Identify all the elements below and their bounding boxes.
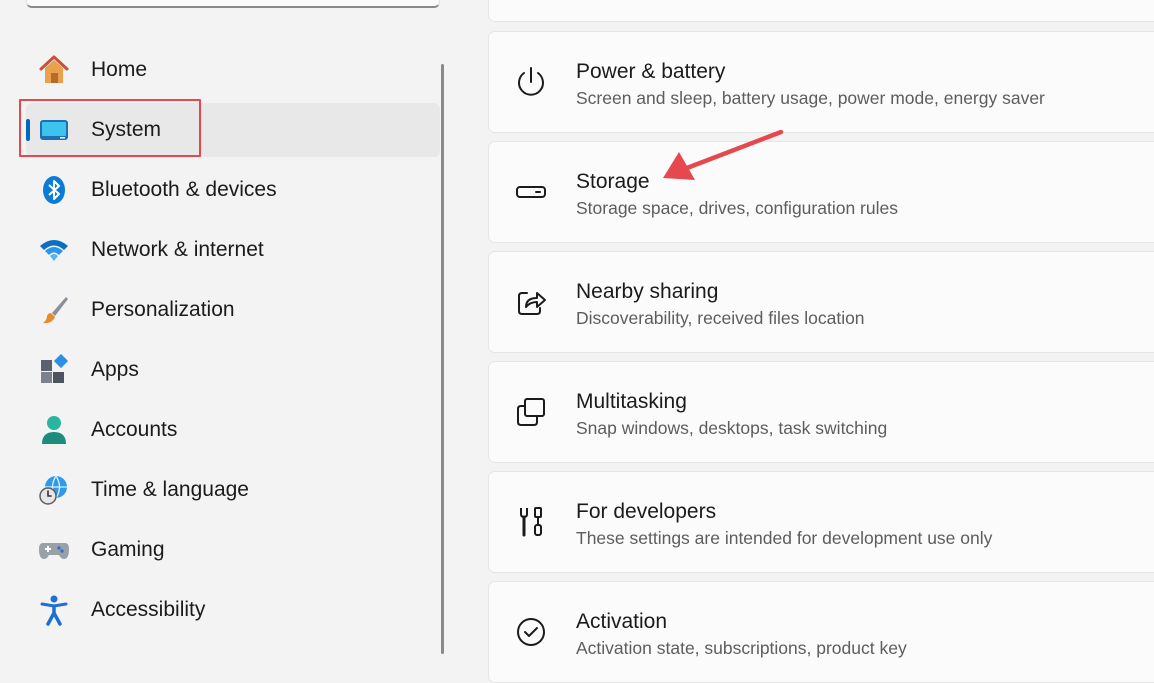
sidebar-item-time-language[interactable]: Time & language: [26, 463, 440, 517]
sidebar-item-label: Time & language: [91, 478, 249, 501]
checkmark-circle-icon: [513, 614, 549, 650]
developer-tools-icon: [513, 504, 549, 540]
accessibility-icon: [38, 594, 70, 626]
settings-card-power-battery[interactable]: Power & battery Screen and sleep, batter…: [488, 31, 1154, 133]
card-title: Activation: [576, 610, 668, 633]
storage-drive-icon: [513, 174, 549, 210]
share-icon: [513, 284, 549, 320]
sidebar-item-label: Accounts: [91, 418, 178, 441]
card-title: Nearby sharing: [576, 280, 719, 303]
card-title: For developers: [576, 500, 717, 523]
gamepad-icon: [38, 534, 70, 566]
card-description: Discoverability, received files location: [576, 308, 865, 328]
card-description: Screen and sleep, battery usage, power m…: [576, 88, 1045, 108]
sidebar-item-label: Home: [91, 58, 148, 81]
card-title: Multitasking: [576, 390, 687, 413]
sidebar-item-bluetooth[interactable]: Bluetooth & devices: [26, 163, 440, 217]
sidebar-item-label: Personalization: [91, 298, 235, 321]
card-title: Storage: [576, 170, 650, 193]
sidebar-item-label: Network & internet: [91, 238, 264, 261]
card-description: These settings are intended for developm…: [576, 528, 993, 548]
card-description: Storage space, drives, configuration rul…: [576, 198, 898, 218]
settings-card-activation[interactable]: Activation Activation state, subscriptio…: [488, 581, 1154, 683]
sidebar-scrollbar[interactable]: [441, 64, 444, 654]
sidebar-item-label: Gaming: [91, 538, 165, 561]
sidebar-item-accounts[interactable]: Accounts: [26, 403, 440, 457]
sidebar-nav: Home System Bluetooth & devices Network …: [0, 0, 444, 654]
sidebar-item-network[interactable]: Network & internet: [26, 223, 440, 277]
sidebar-item-home[interactable]: Home: [26, 43, 440, 97]
sidebar-item-label: Bluetooth & devices: [91, 178, 277, 201]
sidebar-item-gaming[interactable]: Gaming: [26, 523, 440, 577]
sidebar-item-label: Apps: [91, 358, 139, 381]
power-icon: [513, 64, 549, 100]
wifi-icon: [38, 234, 70, 266]
apps-icon: [38, 354, 70, 386]
sidebar-item-accessibility[interactable]: Accessibility: [26, 583, 440, 637]
card-description: Snap windows, desktops, task switching: [576, 418, 888, 438]
globe-clock-icon: [38, 474, 70, 506]
sidebar-item-label: Accessibility: [91, 598, 206, 621]
person-icon: [38, 414, 70, 446]
settings-card-for-developers[interactable]: For developers These settings are intend…: [488, 471, 1154, 573]
annotation-highlight-box: [19, 99, 201, 157]
home-icon: [38, 54, 70, 86]
settings-card-multitasking[interactable]: Multitasking Snap windows, desktops, tas…: [488, 361, 1154, 463]
settings-card-nearby-sharing[interactable]: Nearby sharing Discoverability, received…: [488, 251, 1154, 353]
multitasking-icon: [513, 394, 549, 430]
annotation-arrow-icon: [663, 129, 784, 180]
card-title: Power & battery: [576, 60, 726, 83]
paintbrush-icon: [38, 294, 70, 326]
sidebar-item-apps[interactable]: Apps: [26, 343, 440, 397]
settings-card-partial[interactable]: [488, 0, 1154, 22]
settings-card-storage[interactable]: Storage Storage space, drives, configura…: [488, 141, 1154, 243]
sidebar-item-personalization[interactable]: Personalization: [26, 283, 440, 337]
bluetooth-icon: [38, 174, 70, 206]
